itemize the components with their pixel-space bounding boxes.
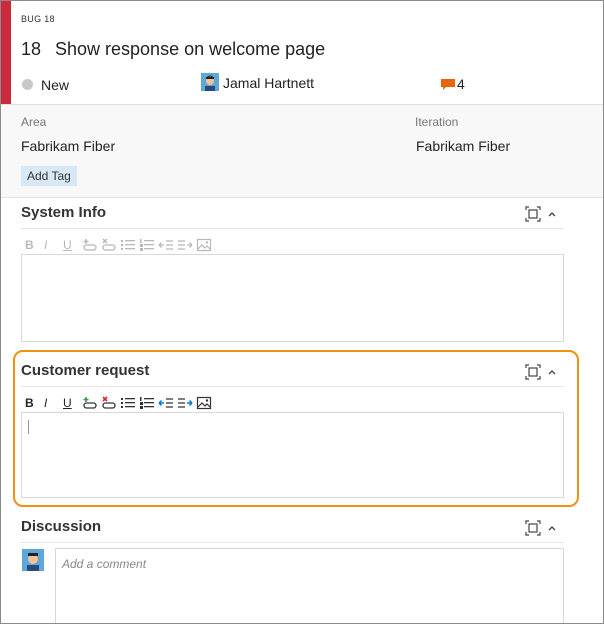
insert-image-icon[interactable] [196,395,215,411]
area-label: Area [21,115,47,129]
maximize-icon[interactable] [525,206,541,222]
work-item-type-label: BUG 18 [21,14,55,24]
details-panel: Area Fabrikam Fiber Iteration Fabrikam F… [1,105,603,198]
section-divider [21,228,564,229]
bulleted-list-icon[interactable] [120,395,139,411]
italic-button[interactable]: I [44,395,63,411]
underline-button[interactable]: U [63,237,82,253]
work-item-id: 18 [21,39,42,59]
iteration-label: Iteration [415,115,459,129]
italic-button[interactable]: I [44,237,63,253]
customer-request-toolbar: B I U [25,395,215,411]
decrease-indent-icon[interactable] [158,237,177,253]
system-info-editor[interactable] [21,254,564,342]
add-link-icon[interactable] [82,395,101,411]
current-user-avatar [22,549,44,571]
numbered-list-icon[interactable] [139,395,158,411]
collapse-chevron-icon[interactable] [546,207,562,223]
comment-input[interactable]: Add a comment [55,548,564,623]
remove-link-icon[interactable] [101,395,120,411]
system-info-title: System Info [21,204,107,221]
comment-icon[interactable] [441,78,455,90]
maximize-icon[interactable] [525,520,541,536]
state-indicator-icon [22,79,33,90]
work-item-title[interactable]: Show response on welcome page [55,39,325,60]
increase-indent-icon[interactable] [177,395,196,411]
increase-indent-icon[interactable] [177,237,196,253]
collapse-chevron-icon[interactable] [546,521,562,537]
iteration-field[interactable]: Fabrikam Fiber [416,138,510,154]
system-info-toolbar: B I U [25,237,215,253]
customer-request-editor[interactable] [21,412,564,498]
collapse-chevron-icon[interactable] [546,365,562,381]
work-item-type-color-bar [1,1,11,104]
work-item-header: BUG 18 18 Show response on welcome page … [1,1,603,105]
text-cursor [28,420,29,434]
decrease-indent-icon[interactable] [158,395,177,411]
remove-link-icon[interactable] [101,237,120,253]
assignee-avatar [201,73,219,91]
maximize-icon[interactable] [525,364,541,380]
section-divider [21,542,564,543]
bold-button[interactable]: B [25,237,44,253]
discussion-title: Discussion [21,518,102,535]
customer-request-title: Customer request [21,362,150,379]
insert-image-icon[interactable] [196,237,215,253]
area-field[interactable]: Fabrikam Fiber [21,138,115,154]
comment-count[interactable]: 4 [457,76,465,92]
state-dropdown[interactable]: New [41,77,69,93]
bulleted-list-icon[interactable] [120,237,139,253]
add-link-icon[interactable] [82,237,101,253]
numbered-list-icon[interactable] [139,237,158,253]
work-item-form: BUG 18 18 Show response on welcome page … [0,0,604,624]
comment-placeholder: Add a comment [62,557,147,571]
add-tag-button[interactable]: Add Tag [21,166,77,186]
assigned-to-field[interactable]: Jamal Hartnett [223,75,314,91]
underline-button[interactable]: U [63,395,82,411]
section-divider [21,386,564,387]
bold-button[interactable]: B [25,395,44,411]
